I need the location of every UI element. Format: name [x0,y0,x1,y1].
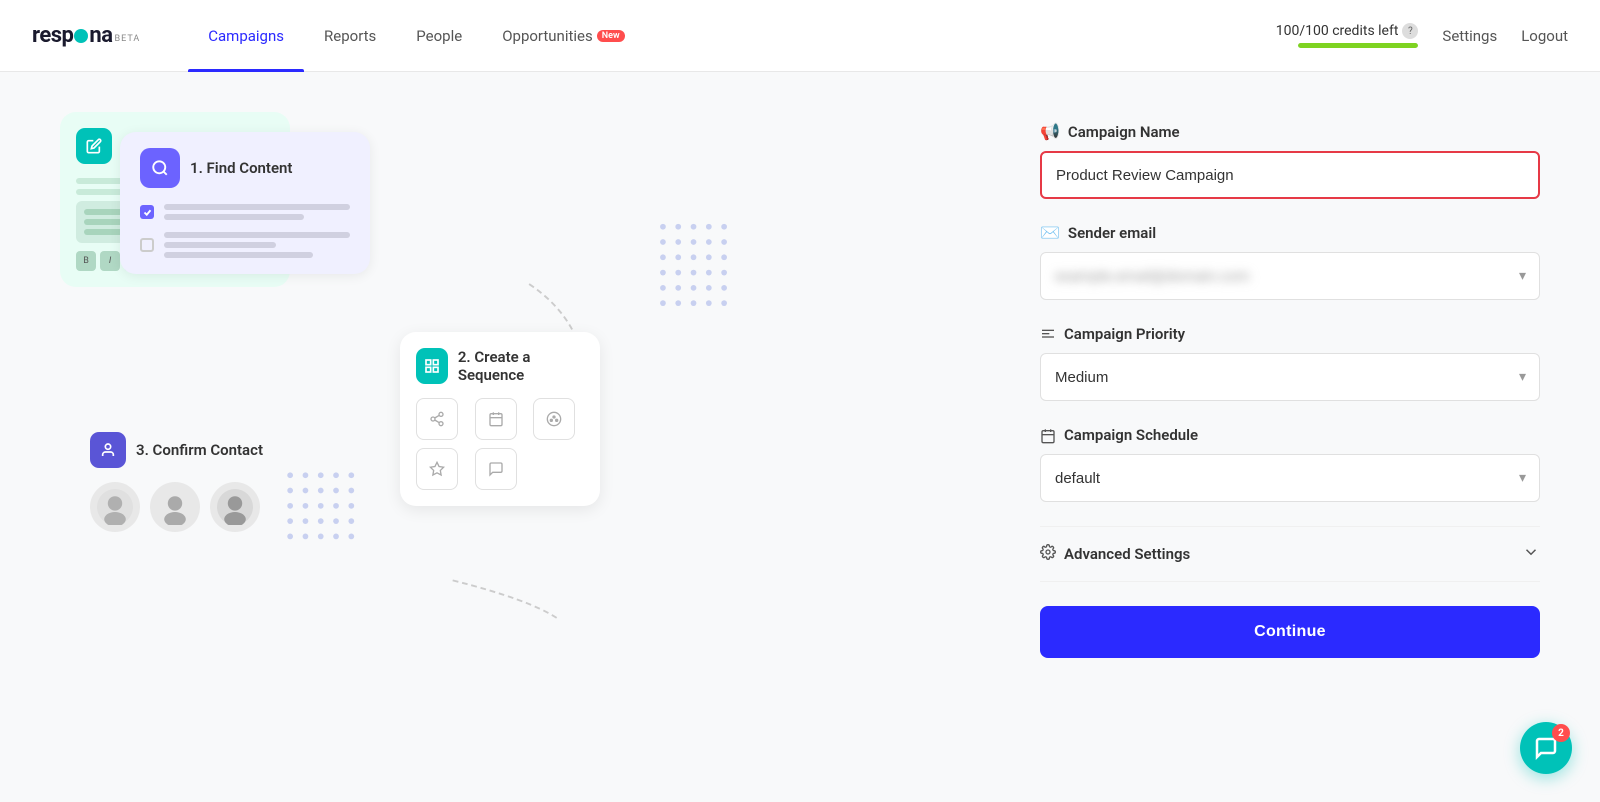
avatar-2 [150,482,200,532]
step-1-card: 1. Find Content [120,132,370,274]
step-3-card: 3. Confirm Contact [90,432,330,532]
advanced-settings-chevron [1522,543,1540,565]
seq-icon-chat [475,448,517,490]
credits-section: 100/100 credits left ? [1276,23,1419,48]
seq-icon-calendar [475,398,517,440]
checkbox-unchecked [140,238,154,252]
priority-select[interactable]: Low Medium High [1040,353,1540,401]
main-nav: Campaigns Reports People Opportunities N… [188,0,1275,72]
seq-icon-palette [533,398,575,440]
step2-icon [416,348,448,384]
credits-text: 100/100 credits left [1276,23,1399,39]
sender-email-blurred: example.email@domain.com [1055,267,1250,285]
sender-email-label: Sender email [1068,224,1156,242]
campaign-name-field: 📢 Campaign Name [1040,122,1540,199]
campaign-schedule-field: Campaign Schedule default custom ▾ [1040,425,1540,502]
nav-opportunities[interactable]: Opportunities New [482,0,644,72]
nav-people[interactable]: People [396,0,482,72]
step1-icon [140,148,180,188]
advanced-settings-icon [1040,544,1056,564]
campaign-priority-field: Campaign Priority Low Medium High ▾ [1040,324,1540,401]
step1-label: 1. Find Content [190,159,292,177]
main-content: 1. Find Content [0,72,1600,802]
settings-link[interactable]: Settings [1442,27,1497,45]
sender-email-icon: ✉️ [1040,223,1060,242]
step3-label: 3. Confirm Contact [136,441,263,459]
logout-link[interactable]: Logout [1521,27,1568,45]
campaign-name-label: Campaign Name [1068,123,1180,141]
step4-icon [76,128,112,164]
chat-bubble[interactable]: 2 [1520,722,1572,774]
nav-campaigns[interactable]: Campaigns [188,0,304,72]
avatar-3 [210,482,260,532]
credits-bar-fill [1298,43,1418,48]
checkbox-checked [140,205,154,219]
toolbar-italic: I [100,251,120,271]
sender-email-field: ✉️ Sender email example.email@domain.com… [1040,223,1540,300]
schedule-label: Campaign Schedule [1064,426,1198,444]
nav-reports[interactable]: Reports [304,0,396,72]
header-right: 100/100 credits left ? Settings Logout [1276,23,1568,48]
priority-label: Campaign Priority [1064,325,1185,343]
avatars-row [90,482,330,532]
avatar-1 [90,482,140,532]
step2-label: 2. Create a Sequence [458,348,584,384]
logo-dot [74,29,88,43]
form-section: 📢 Campaign Name ✉️ Sender email example.… [1040,112,1540,762]
advanced-settings-toggle[interactable]: Advanced Settings [1040,526,1540,582]
priority-icon [1040,324,1056,343]
schedule-select[interactable]: default custom [1040,454,1540,502]
chat-badge: 2 [1552,724,1570,742]
illustration: 1. Find Content [60,112,960,762]
seq-icon-share [416,398,458,440]
sender-email-display[interactable]: example.email@domain.com [1040,252,1540,300]
campaign-name-input[interactable] [1040,151,1540,199]
toolbar-bold: B [76,251,96,271]
campaign-name-icon: 📢 [1040,122,1060,141]
advanced-settings-label: Advanced Settings [1064,545,1190,563]
opportunities-badge: New [597,30,625,42]
sender-email-wrapper: example.email@domain.com ▾ [1040,252,1540,300]
continue-button[interactable]: Continue [1040,606,1540,658]
header: respna BETA Campaigns Reports People Opp… [0,0,1600,72]
credits-info-icon[interactable]: ? [1402,23,1418,39]
priority-select-wrapper: Low Medium High ▾ [1040,353,1540,401]
seq-icon-star [416,448,458,490]
beta-badge: BETA [115,34,141,44]
step3-icon [90,432,126,468]
credits-bar [1298,43,1418,48]
schedule-select-wrapper: default custom ▾ [1040,454,1540,502]
schedule-icon [1040,425,1056,444]
step-2-card: 2. Create a Sequence [400,332,600,506]
logo[interactable]: respna BETA [32,23,140,48]
